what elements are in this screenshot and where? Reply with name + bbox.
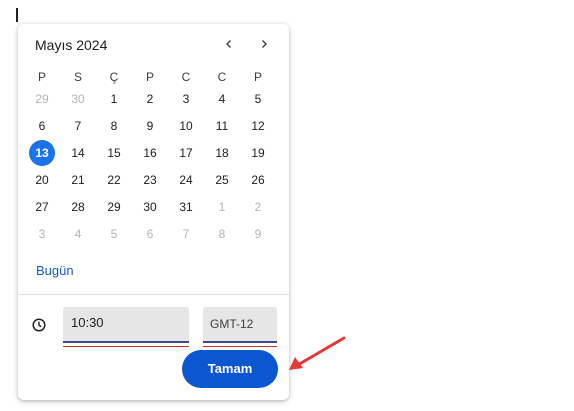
calendar-day[interactable]: 4 [209, 86, 235, 112]
calendar-day[interactable]: 10 [173, 113, 199, 139]
calendar-day[interactable]: 16 [137, 140, 163, 166]
calendar-day[interactable]: 30 [65, 86, 91, 112]
calendar-day[interactable]: 23 [137, 167, 163, 193]
calendar-day[interactable]: 29 [29, 86, 55, 112]
calendar-day[interactable]: 20 [29, 167, 55, 193]
month-title: Mayıs 2024 [35, 37, 108, 53]
calendar-day[interactable]: 8 [101, 113, 127, 139]
clock-icon [32, 318, 46, 332]
calendar-day[interactable]: 1 [101, 86, 127, 112]
calendar-day[interactable]: 24 [173, 167, 199, 193]
timezone-error-underline [203, 346, 277, 347]
weekday-label: P [145, 70, 154, 84]
calendar-day[interactable]: 5 [101, 221, 127, 247]
calendar-day[interactable]: 25 [209, 167, 235, 193]
chevron-right-icon [262, 40, 267, 48]
calendar-day[interactable]: 9 [137, 113, 163, 139]
previous-month-button[interactable] [218, 35, 240, 57]
timezone-field[interactable]: GMT-12 [203, 307, 277, 347]
weekday-label: P [253, 70, 262, 84]
time-field[interactable] [63, 307, 189, 347]
calendar-day[interactable]: 3 [173, 86, 199, 112]
calendar-day[interactable]: 8 [209, 221, 235, 247]
calendar-day[interactable]: 2 [245, 194, 271, 220]
calendar-day[interactable]: 26 [245, 167, 271, 193]
calendar-day[interactable]: 27 [29, 194, 55, 220]
date-time-picker-popup: Mayıs 2024 PSÇPCCP 29 30 1 2 3 4 5 6 7 8 9 10 11 12 13… [18, 24, 289, 400]
calendar-day[interactable]: 3 [29, 221, 55, 247]
calendar-day[interactable]: 2 [137, 86, 163, 112]
calendar-day[interactable]: 7 [173, 221, 199, 247]
calendar-day[interactable]: 6 [29, 113, 55, 139]
chevron-left-icon [226, 40, 231, 48]
ok-button[interactable]: Tamam [182, 350, 278, 388]
calendar-day[interactable]: 5 [245, 86, 271, 112]
red-arrow-icon [289, 336, 346, 370]
time-input[interactable] [71, 315, 181, 330]
calendar-day[interactable]: 22 [101, 167, 127, 193]
weekday-label: P [37, 70, 46, 84]
weekday-label: S [73, 70, 82, 84]
today-button[interactable]: Bugün [36, 263, 74, 278]
calendar-day[interactable]: 29 [101, 194, 127, 220]
weekday-label: C [217, 70, 227, 84]
calendar-day[interactable]: 31 [173, 194, 199, 220]
calendar-day[interactable]: 18 [209, 140, 235, 166]
weekday-label: Ç [109, 70, 119, 84]
divider [18, 294, 289, 295]
calendar-day[interactable]: 4 [65, 221, 91, 247]
calendar-day[interactable]: 17 [173, 140, 199, 166]
calendar-day[interactable]: 28 [65, 194, 91, 220]
calendar-day-grid: 29 30 1 2 3 4 5 6 7 8 9 10 11 12 13 14 15 16 17 18 19 20 21 22 2… [26, 86, 282, 248]
calendar-day[interactable]: 11 [209, 113, 235, 139]
calendar-header: Mayıs 2024 [18, 24, 289, 66]
next-month-button[interactable] [253, 35, 275, 57]
calendar-day[interactable]: 15 [101, 140, 127, 166]
calendar-day[interactable]: 9 [245, 221, 271, 247]
calendar-day[interactable]: 14 [65, 140, 91, 166]
calendar-day-selected[interactable]: 13 [29, 140, 55, 166]
calendar-day[interactable]: 7 [65, 113, 91, 139]
calendar-day[interactable]: 6 [137, 221, 163, 247]
calendar-day[interactable]: 21 [65, 167, 91, 193]
timezone-value: GMT-12 [210, 317, 254, 331]
calendar-day[interactable]: 1 [209, 194, 235, 220]
calendar-day[interactable]: 30 [137, 194, 163, 220]
text-cursor [16, 8, 18, 22]
calendar-day[interactable]: 12 [245, 113, 271, 139]
weekday-header-row: PSÇPCCP [26, 70, 282, 86]
calendar-day[interactable]: 19 [245, 140, 271, 166]
weekday-label: C [181, 70, 191, 84]
time-field-error-underline [63, 346, 189, 347]
